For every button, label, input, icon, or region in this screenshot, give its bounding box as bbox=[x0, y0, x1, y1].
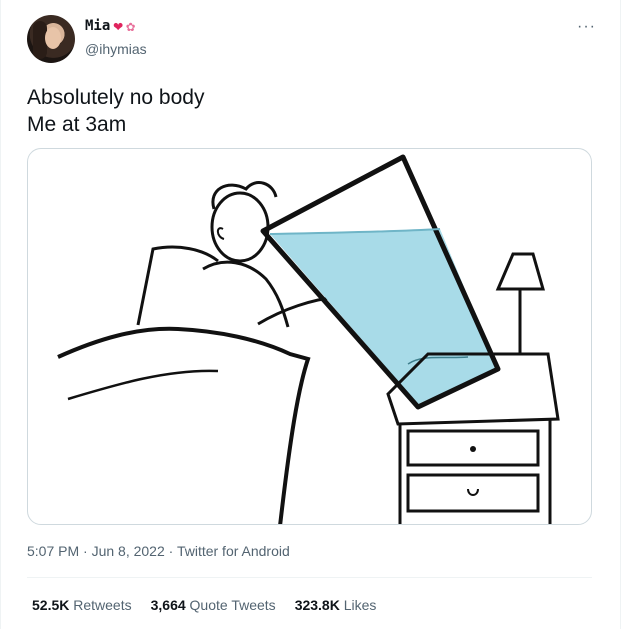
drawer-knob-1 bbox=[470, 446, 476, 452]
tweet-text-line-1: Absolutely no body bbox=[27, 86, 205, 109]
tweet-stats: 52.5K Retweets 3,664 Quote Tweets 323.8K… bbox=[32, 597, 376, 613]
tweet-text: Absolutely no body Me at 3am bbox=[27, 84, 204, 138]
quote-tweets-stat[interactable]: 3,664 Quote Tweets bbox=[151, 597, 276, 613]
blanket-fold bbox=[67, 369, 219, 401]
pillow bbox=[136, 245, 219, 326]
retweets-stat[interactable]: 52.5K Retweets bbox=[32, 597, 132, 613]
retweets-label: Retweets bbox=[73, 597, 132, 613]
avatar-face bbox=[45, 27, 61, 49]
tweet-timestamp[interactable]: 5:07 PM · Jun 8, 2022 · Twitter for Andr… bbox=[27, 543, 290, 559]
cartoon-illustration bbox=[57, 154, 560, 524]
display-name[interactable]: Mia ❤ ✿ bbox=[85, 16, 135, 35]
lamp-shade bbox=[495, 252, 545, 291]
heart-icon: ❤ bbox=[113, 16, 123, 35]
likes-label: Likes bbox=[343, 597, 377, 613]
tweet-card: Mia ❤ ✿ @ihymias ··· Absolutely no body … bbox=[0, 0, 621, 629]
person-head bbox=[210, 191, 270, 263]
divider bbox=[27, 577, 592, 578]
likes-stat[interactable]: 323.8K Likes bbox=[295, 597, 377, 613]
blanket bbox=[57, 326, 311, 524]
nightstand-drawer-2 bbox=[406, 473, 540, 513]
flower-icon: ✿ bbox=[125, 16, 135, 35]
quote-tweets-label: Quote Tweets bbox=[189, 597, 276, 613]
retweets-count: 52.5K bbox=[32, 597, 70, 613]
user-handle[interactable]: @ihymias bbox=[85, 41, 147, 57]
drawer-knob-2 bbox=[467, 488, 479, 496]
more-options-icon[interactable]: ··· bbox=[577, 18, 596, 36]
tweet-text-line-2: Me at 3am bbox=[27, 113, 127, 136]
display-name-text: Mia bbox=[85, 18, 111, 34]
tweet-image[interactable] bbox=[27, 148, 592, 525]
likes-count: 323.8K bbox=[294, 597, 340, 613]
avatar[interactable] bbox=[27, 15, 75, 63]
quote-tweets-count: 3,664 bbox=[150, 597, 186, 613]
person-shoulder bbox=[202, 260, 290, 328]
